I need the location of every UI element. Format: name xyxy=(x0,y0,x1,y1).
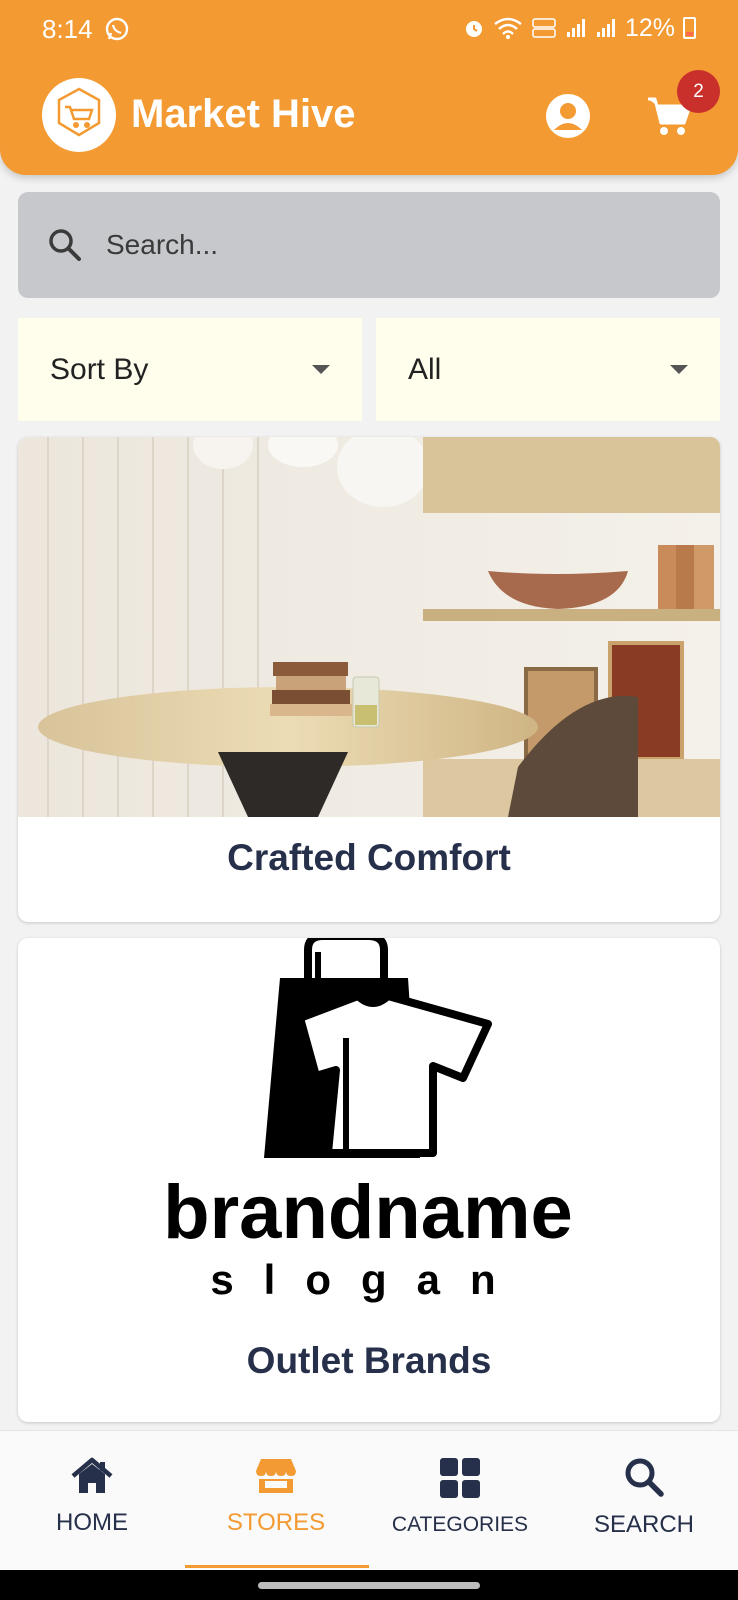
app-title: Market Hive xyxy=(131,92,356,136)
alarm-icon xyxy=(465,21,482,37)
store-name: Outlet Brands xyxy=(246,1340,492,1381)
status-bar: 8:14 12% xyxy=(0,0,738,58)
app-header: 8:14 12% Market Hive 2 xyxy=(0,0,738,175)
store-logo-image: brandname slogan xyxy=(163,938,573,1303)
category-filter-dropdown[interactable]: All xyxy=(376,318,720,421)
nav-search[interactable]: SEARCH xyxy=(552,1431,736,1571)
store-card[interactable]: Crafted Comfort xyxy=(18,437,720,922)
search-bar[interactable] xyxy=(18,192,720,298)
nav-categories[interactable]: CATEGORIES xyxy=(368,1431,552,1571)
search-icon xyxy=(625,1458,664,1497)
status-time: 8:14 xyxy=(42,14,93,44)
chevron-down-icon xyxy=(670,365,688,374)
sort-by-label: Sort By xyxy=(50,352,149,386)
store-icon xyxy=(256,1459,296,1493)
volte-icon xyxy=(532,18,556,38)
bottom-navigation: HOME STORES CATEGORIES SEARCH xyxy=(0,1430,738,1570)
home-gesture-handle[interactable] xyxy=(258,1582,480,1589)
nav-stores[interactable]: STORES xyxy=(184,1431,368,1571)
battery-icon xyxy=(683,17,696,39)
status-icons: 12% xyxy=(463,12,696,44)
grid-icon xyxy=(440,1458,480,1498)
hive-cart-logo-icon xyxy=(57,87,101,137)
user-profile-icon[interactable] xyxy=(544,92,592,140)
chevron-down-icon xyxy=(312,365,330,374)
signal-icon xyxy=(566,19,585,37)
nav-home-label: HOME xyxy=(56,1509,128,1536)
nav-categories-label: CATEGORIES xyxy=(391,1513,529,1536)
whatsapp-icon xyxy=(105,17,129,41)
category-filter-label: All xyxy=(408,352,442,386)
brand-logo-wordmark: brandname xyxy=(163,1170,573,1255)
app-logo[interactable] xyxy=(42,78,116,152)
sort-by-dropdown[interactable]: Sort By xyxy=(18,318,362,421)
store-card[interactable]: brandname slogan Outlet Brands xyxy=(18,938,720,1422)
signal-icon-2 xyxy=(596,19,615,37)
store-banner-image xyxy=(18,437,720,817)
home-icon xyxy=(71,1457,113,1493)
cart-count-badge: 2 xyxy=(677,70,720,113)
brand-logo-slogan: slogan xyxy=(210,1256,525,1303)
nav-stores-label: STORES xyxy=(226,1509,326,1536)
nav-search-label: SEARCH xyxy=(593,1511,695,1538)
active-tab-indicator xyxy=(185,1565,369,1568)
store-name: Crafted Comfort xyxy=(227,837,511,878)
search-icon xyxy=(49,229,81,261)
wifi-icon xyxy=(494,17,522,39)
nav-home[interactable]: HOME xyxy=(0,1431,184,1571)
battery-percent: 12% xyxy=(624,13,675,42)
search-input[interactable] xyxy=(106,229,666,261)
